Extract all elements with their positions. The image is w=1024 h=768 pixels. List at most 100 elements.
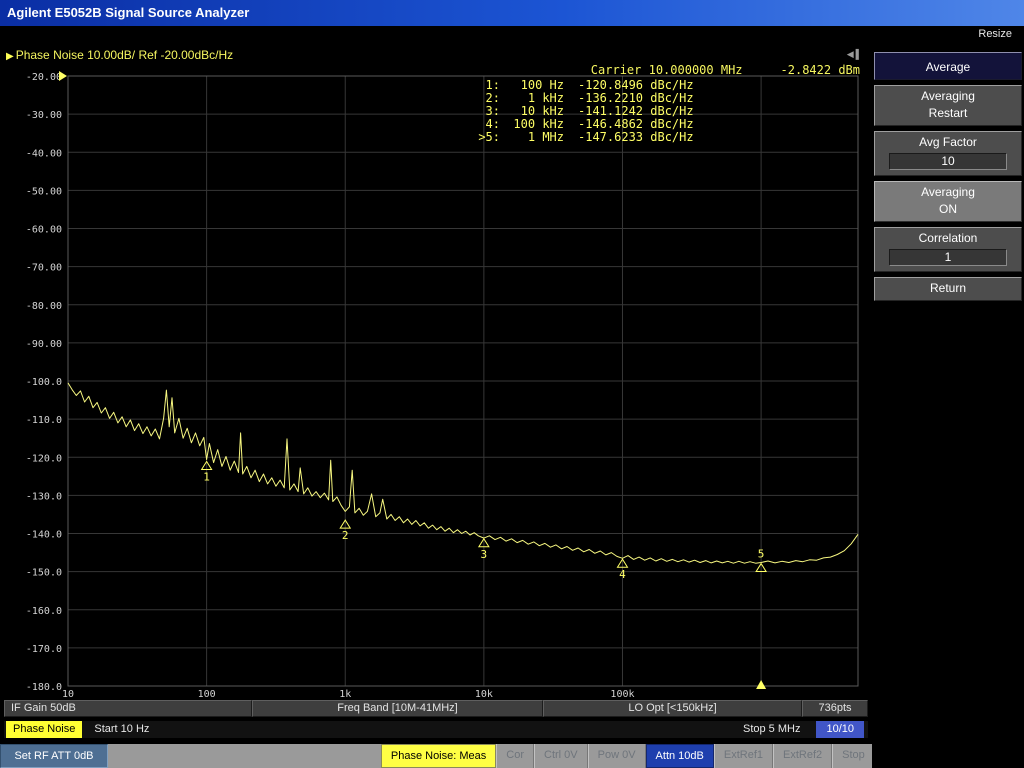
softkey-return[interactable]: Return [874,277,1022,301]
svg-text:-130.0: -130.0 [26,491,62,502]
measurement-mode-badge: Phase Noise [6,721,82,738]
svg-text:-40.00: -40.00 [26,148,62,159]
svg-text:-70.00: -70.00 [26,263,62,274]
freq-band-status: Freq Band [10M-41MHz] [252,700,543,717]
svg-text:-50.00: -50.00 [26,186,62,197]
svg-text:-120.0: -120.0 [26,453,62,464]
marker-idx: 2: [474,92,500,104]
carrier-power: -2.8422 dBm [781,64,860,77]
marker-row: 4:100 kHz-146.4862 dBc/Hz [474,118,694,130]
svg-text:-110.0: -110.0 [26,415,62,426]
trace-header-label: Phase Noise 10.00dB/ Ref -20.00dBc/Hz [16,48,233,62]
active-marker-axis-indicator[interactable] [756,680,766,689]
softkey-label: Correlation [875,230,1021,247]
marker-table: 1:100 Hz -120.8496 dBc/Hz 2:1 kHz -136.2210… [474,79,694,144]
marker-val: -146.4862 dBc/Hz [578,118,694,130]
softkey-label: Return [875,280,1021,297]
softkey-label: Avg Factor [875,134,1021,151]
svg-text:-150.0: -150.0 [26,568,62,579]
resize-row: Resize [0,26,1024,43]
status-strip-sweep: Phase Noise Start 10 Hz Stop 5 MHz 10/10 [4,721,868,738]
sweep-start-label: Start 10 Hz [94,721,149,738]
svg-text:-60.00: -60.00 [26,225,62,236]
plot-window: -20.00 -30.00 -40.00 -50.00 -60.00 -70.00 -80.… [4,48,868,698]
marker-row: 2:1 kHz -136.2210 dBc/Hz [474,92,694,104]
instrument-screen: Agilent E5052B Signal Source Analyzer Re… [0,0,1024,768]
softkey-averaging-on[interactable]: AveragingON [874,181,1022,222]
title-bar: Agilent E5052B Signal Source Analyzer [0,0,1024,26]
phase-noise-trace [68,383,858,563]
svg-text:-140.0: -140.0 [26,530,62,541]
resize-control[interactable]: Resize [978,28,1012,40]
ref-marker-icon: ▶ [6,51,14,62]
softkey-value: 10 [889,153,1007,170]
y-axis-labels: -20.00 -30.00 -40.00 -50.00 -60.00 -70.00 -80.… [26,72,62,693]
marker-row: 1:100 Hz -120.8496 dBc/Hz [474,79,694,91]
softkey-menu-title[interactable]: Average [874,52,1022,80]
softkey-label: Averaging [875,88,1021,105]
marker-freq: 1 kHz [500,92,564,104]
points-status: 736pts [802,700,868,717]
app-title: Agilent E5052B Signal Source Analyzer [7,5,249,20]
grid [68,76,858,686]
marker-row: 3:10 kHz -141.1242 dBc/Hz [474,105,694,117]
softkey-value: 1 [889,249,1007,266]
trace-header: ▶Phase Noise 10.00dB/ Ref -20.00dBc/Hz [6,48,233,62]
marker-val: -141.1242 dBc/Hz [578,105,694,117]
indicator-phase-noise-meas[interactable]: Phase Noise: Meas [381,744,496,768]
marker-freq: 10 kHz [500,105,564,117]
indicator-pow-0v: Pow 0V [588,744,646,768]
header-controls: ◀▌ [847,48,864,60]
marker-val: -147.6233 dBc/Hz [578,131,694,143]
status-strip-hw: IF Gain 50dB Freq Band [10M-41MHz] LO Op… [4,700,868,717]
marker-freq: 100 Hz [500,79,564,91]
marker-idx: 1: [474,79,500,91]
marker-freq: 1 MHz [500,131,564,143]
softkey-correlation[interactable]: Correlation 1 [874,227,1022,272]
svg-text:10k: 10k [475,689,493,698]
svg-text:1k: 1k [339,689,351,698]
ref-level-arrow-icon [59,71,67,81]
pane-grip-icon[interactable]: ▌ [856,49,864,59]
svg-text:1: 1 [203,470,210,483]
svg-text:-160.0: -160.0 [26,606,62,617]
marker-row: >5:1 MHz -147.6233 dBc/Hz [474,131,694,143]
lo-opt-status: LO Opt [<150kHz] [543,700,802,717]
taskbar-message: Set RF ATT 0dB [0,744,108,768]
collapse-arrow-icon[interactable]: ◀ [847,49,856,59]
carrier-readout: Carrier 10.000000 MHz -2.8422 dBm [591,64,860,77]
x-axis-labels: 10 100 1k 10k 100k [62,689,635,698]
svg-text:100: 100 [198,689,216,698]
svg-text:4: 4 [619,568,626,581]
svg-text:-180.0: -180.0 [26,682,62,693]
svg-text:100k: 100k [610,689,634,698]
indicator-extref1: ExtRef1 [714,744,773,768]
carrier-frequency: Carrier 10.000000 MHz [591,64,743,77]
marker-idx: >5: [474,131,500,143]
sweep-stop-label: Stop 5 MHz [743,721,800,738]
svg-text:-30.00: -30.00 [26,110,62,121]
indicator-attn-10db[interactable]: Attn 10dB [646,744,714,768]
taskbar: Set RF ATT 0dB Phase Noise: MeasCorCtrl … [0,744,1024,768]
marker-val: -136.2210 dBc/Hz [578,92,694,104]
marker-idx: 4: [474,118,500,130]
svg-text:10: 10 [62,689,74,698]
softkey-label: ON [875,201,1021,218]
taskbar-indicators: Phase Noise: MeasCorCtrl 0VPow 0VAttn 10… [381,744,913,768]
phase-noise-plot: -20.00 -30.00 -40.00 -50.00 -60.00 -70.00 -80.… [4,48,868,698]
svg-text:-100.0: -100.0 [26,377,62,388]
softkey-label: Averaging [875,184,1021,201]
marker-val: -120.8496 dBc/Hz [578,79,694,91]
svg-text:-80.00: -80.00 [26,301,62,312]
marker-idx: 3: [474,105,500,117]
svg-text:2: 2 [342,529,349,542]
svg-text:5: 5 [758,548,765,561]
indicator-stop: Stop [832,744,875,768]
svg-text:-170.0: -170.0 [26,644,62,655]
softkey-averaging-restart[interactable]: AveragingRestart [874,85,1022,126]
svg-text:-20.00: -20.00 [26,72,62,83]
indicator-ctrl-0v: Ctrl 0V [534,744,588,768]
softkey-label: Restart [875,105,1021,122]
indicator-cor: Cor [496,744,534,768]
softkey-avg-factor[interactable]: Avg Factor 10 [874,131,1022,176]
